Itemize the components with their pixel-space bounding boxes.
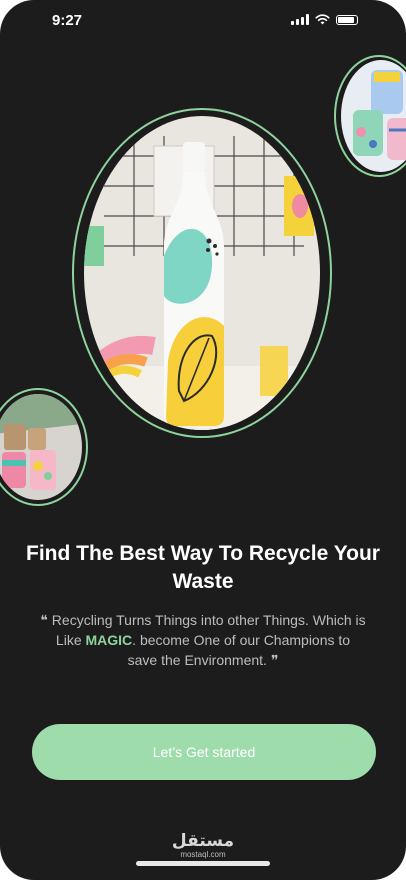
- status-icons: [291, 14, 358, 25]
- quote-highlight: MAGIC: [85, 632, 133, 648]
- get-started-button[interactable]: Let’s Get started: [32, 724, 376, 780]
- painted-bottle-photo: [84, 116, 320, 430]
- onboarding-screen: 9:27 Find The Best Way To Recycle Your W…: [0, 0, 406, 880]
- home-indicator[interactable]: [136, 861, 270, 866]
- onboarding-title: Find The Best Way To Recycle Your Waste: [26, 542, 380, 593]
- onboarding-quote: ❝ Recycling Turns Things into other Thin…: [40, 610, 366, 670]
- wifi-icon: [315, 14, 330, 25]
- cellular-signal-icon: [291, 14, 309, 25]
- quote-open-icon: ❝: [40, 612, 48, 628]
- status-bar: 9:27: [0, 0, 406, 44]
- quote-text-after: . become One of our Champions to save th…: [127, 632, 351, 668]
- battery-icon: [336, 15, 358, 25]
- watermark-logo: مستقل mostaql.com: [0, 832, 406, 860]
- watermark-url: mostaql.com: [180, 850, 226, 859]
- watermark-logo-text: مستقل: [171, 831, 235, 850]
- status-time: 9:27: [52, 12, 83, 29]
- quote-close-icon: ❞: [270, 652, 279, 668]
